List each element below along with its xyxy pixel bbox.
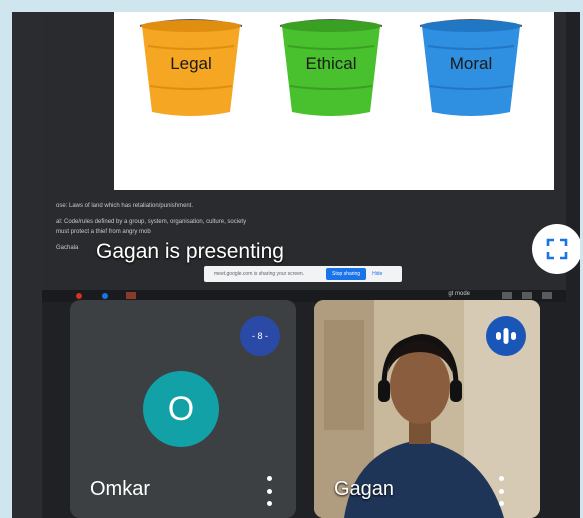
hide-button[interactable]: Hide (372, 271, 382, 277)
participant-name: Omkar (90, 478, 150, 500)
audio-level-badge: - 8 - (240, 316, 280, 356)
bucket-ethical: Ethical (278, 16, 384, 118)
participant-tile-omkar[interactable]: - 8 - O Omkar (70, 300, 296, 518)
audio-level-icon: - 8 - (251, 331, 268, 341)
bucket-label-legal: Legal (170, 54, 212, 73)
bucket-moral: Moral (418, 16, 524, 118)
meeting-window: Legal Ethical Moral ose: Laws of land wh… (12, 12, 580, 518)
fullscreen-button[interactable] (532, 224, 580, 274)
avatar: O (143, 371, 219, 447)
taskbar-dot (102, 293, 108, 299)
speaking-indicator (486, 316, 526, 356)
share-bar-message: meet.google.com is sharing your screen. (214, 271, 305, 277)
screen-share-bar: meet.google.com is sharing your screen. … (204, 266, 402, 282)
more-vert-icon[interactable] (264, 476, 274, 506)
taskbar-box (542, 292, 552, 299)
participant-name: Gagan (334, 478, 395, 500)
stop-sharing-button[interactable]: Stop sharing (326, 268, 367, 280)
window-edge (12, 12, 42, 518)
screen-share-area: Legal Ethical Moral ose: Laws of land wh… (42, 12, 580, 302)
taskbar-box (502, 292, 512, 299)
fullscreen-icon (546, 238, 568, 260)
audio-level-icon (496, 328, 516, 344)
taskbar-dot (76, 293, 82, 299)
bucket-label-moral: Moral (449, 54, 493, 73)
taskbar-mode-label: gt mode (448, 291, 470, 297)
taskbar-box (522, 292, 532, 299)
note-line: ose: Laws of land which has retaliation/… (56, 203, 194, 209)
bucket-legal: Legal (138, 16, 244, 118)
bucket-label-ethical: Ethical (305, 54, 357, 73)
presentation-slide: Legal Ethical Moral (114, 12, 554, 190)
participant-tile-gagan[interactable]: Gagan (314, 300, 540, 518)
note-line: must protect a thief from angry mob (56, 229, 151, 235)
taskbar-box (126, 292, 136, 299)
note-line: al: Code/rules defined by a group, syste… (56, 219, 247, 225)
more-vert-icon[interactable] (496, 476, 506, 506)
presenting-banner: Gagan is presenting (96, 240, 284, 263)
